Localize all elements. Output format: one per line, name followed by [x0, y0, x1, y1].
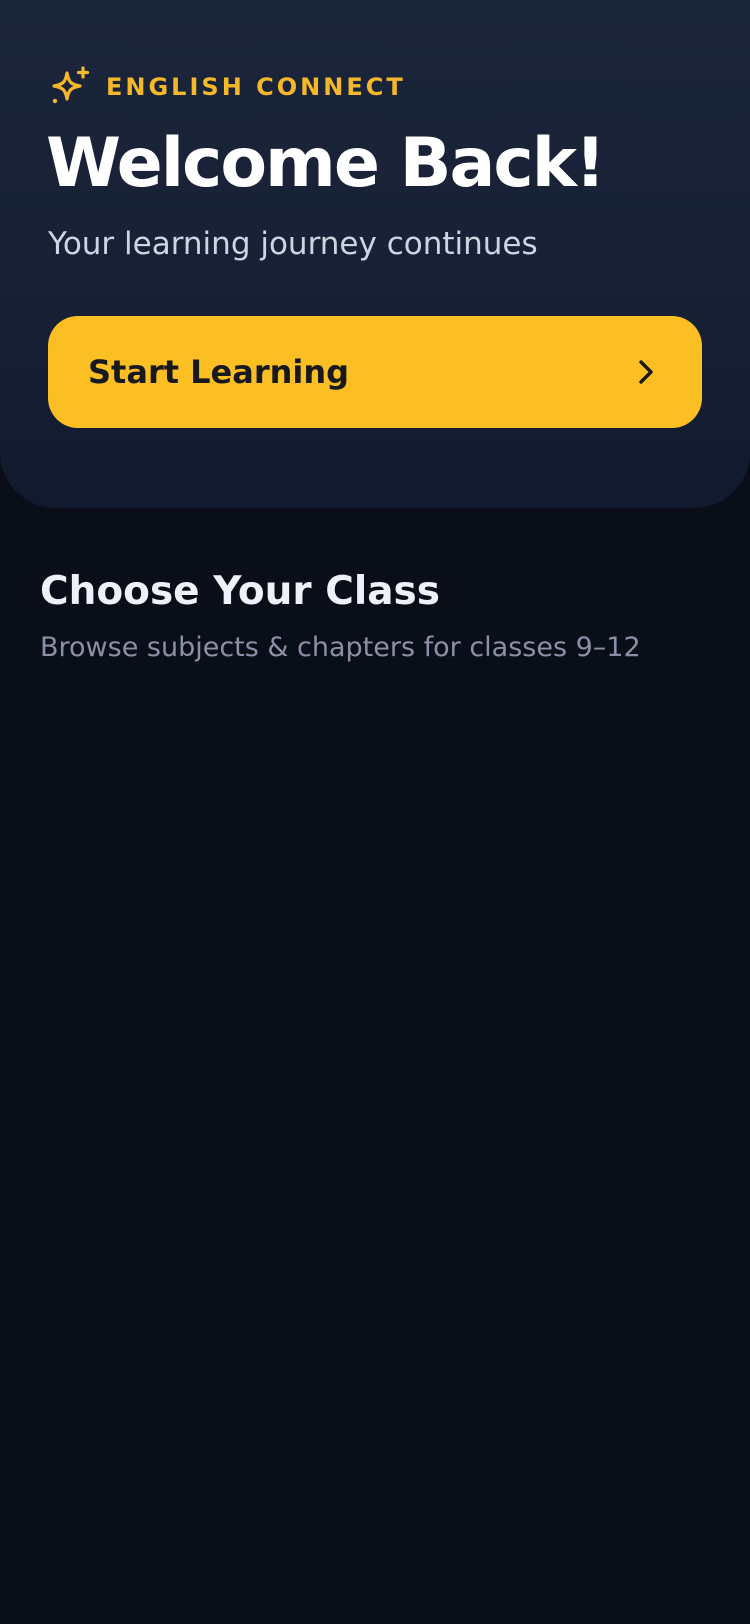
sparkles-icon [48, 65, 92, 109]
welcome-hero: ENGLISH CONNECT Welcome Back! Your learn… [0, 0, 750, 508]
class-list [40, 700, 710, 1580]
brand-header: ENGLISH CONNECT [48, 62, 406, 112]
chevron-right-icon [630, 357, 660, 387]
brand-label: ENGLISH CONNECT [106, 73, 406, 101]
start-learning-button[interactable]: Start Learning [48, 316, 702, 428]
choose-class-subtitle: Browse subjects & chapters for classes 9… [40, 632, 641, 663]
start-learning-label: Start Learning [88, 353, 350, 391]
page-title: Welcome Back! [46, 124, 606, 203]
page-subtitle: Your learning journey continues [48, 226, 538, 262]
choose-class-heading: Choose Your Class [40, 569, 440, 614]
home-screen: ENGLISH CONNECT Welcome Back! Your learn… [0, 0, 750, 1624]
